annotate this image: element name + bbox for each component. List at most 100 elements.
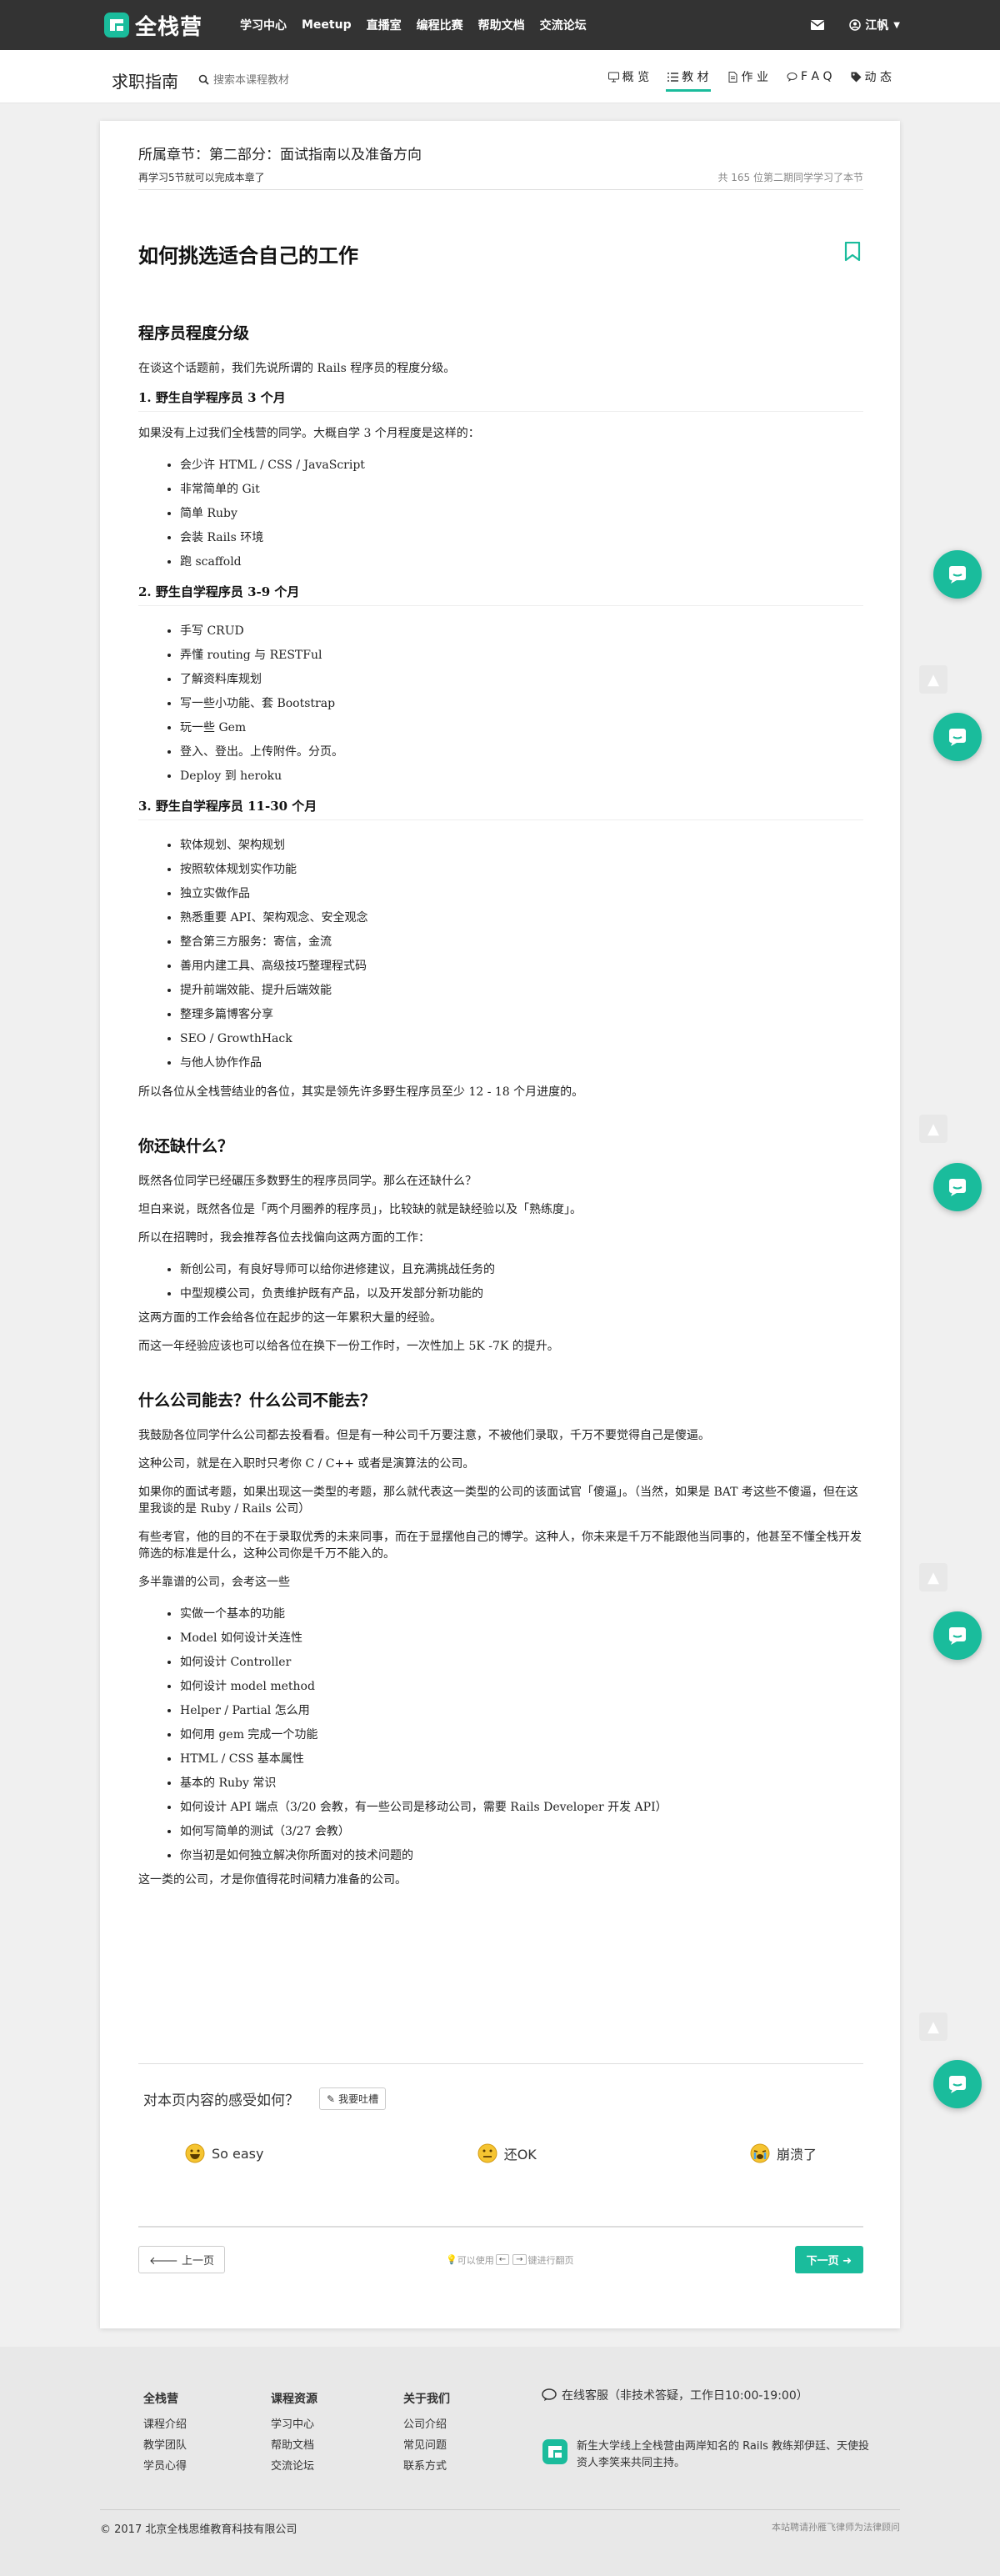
reaction-label: 崩溃了 (776, 2147, 817, 2163)
brand-mark-icon (542, 2439, 568, 2464)
tab-faq[interactable]: F A Q (785, 65, 834, 88)
footer-col-title: 课程资源 (271, 2393, 318, 2406)
chat-bubble-icon (949, 729, 966, 746)
floating-chat-button[interactable] (933, 550, 982, 599)
reaction-crash[interactable]: 崩溃了 (750, 2143, 817, 2163)
keyboard-hint: 💡 可以使用 ← → 键进行翻页 (446, 2253, 574, 2267)
pager: 🡐 上一页 💡 可以使用 ← → 键进行翻页 下一页 ➜ (138, 2226, 863, 2273)
nav-contest[interactable]: 编程比赛 (417, 17, 463, 33)
list-item: 如何设计 API 端点（3/20 会教，有一些公司是移动公司，需要 Rails … (180, 1796, 863, 1820)
brand-logo[interactable]: 全栈营 (103, 12, 202, 40)
floating-chat-button[interactable] (933, 2060, 982, 2108)
tab-materials[interactable]: 教 材 (666, 65, 711, 92)
nav-forum[interactable]: 交流论坛 (540, 17, 587, 33)
subheading-level-2: 2. 野生自学程序员 3-9 个月 (138, 583, 863, 606)
reaction-ok[interactable]: 还OK (478, 2143, 537, 2163)
floating-chat-button[interactable] (933, 713, 982, 761)
tab-homework[interactable]: 作 业 (726, 65, 770, 88)
footer-link[interactable]: 学习中心 (271, 2415, 318, 2431)
user-icon (849, 19, 862, 31)
nav-right: 江帆 ▼ (811, 0, 900, 50)
paragraph: 既然各位同学已经碾压多数野生的程序员同学。那么在还缺什么？ (138, 1175, 477, 1188)
list-item: 熟悉重要 API、架构观念、安全观念 (180, 906, 863, 930)
paragraph: 所以在招聘时，我会推荐各位去找偏向这两方面的工作： (138, 1231, 430, 1245)
list-item: 弄懂 routing 与 RESTFul (180, 644, 863, 668)
lesson-card: 所属章节：第二部分：面试指南以及准备方向 再学习5节就可以完成本章了 共 165… (100, 121, 900, 2328)
feedback-row: 对本页内容的感受如何？ ✎ 我要吐槽 (138, 2063, 863, 2110)
paragraph: 这两方面的工作会给各位在起步的这一年累积大量的经验。 (138, 1311, 442, 1325)
footer-link[interactable]: 学员心得 (143, 2457, 187, 2473)
mail-icon[interactable] (811, 20, 825, 30)
list-item: 写一些小功能、套 Bootstrap (180, 692, 863, 716)
paragraph: 有些考官，他的目的不在于录取优秀的未来同事，而在于显摆他自己的博学。这种人，你未… (138, 1531, 862, 1561)
copyright: © 2017 北京全栈思维教育科技有限公司 (100, 2523, 298, 2536)
paragraph: 这一类的公司，才是你值得花时间精力准备的公司。 (138, 1873, 407, 1887)
tab-label: F A Q (800, 70, 832, 83)
footer-link[interactable]: 联系方式 (403, 2457, 450, 2473)
arrow-up-icon: ▲ (928, 1120, 939, 1138)
user-menu[interactable]: 江帆 ▼ (849, 17, 900, 33)
next-label: 下一页 (806, 2255, 839, 2268)
chat-bubble-icon (949, 1179, 966, 1196)
footer-link[interactable]: 常见问题 (403, 2436, 450, 2452)
main-nav: 学习中心 Meetup 直播室 编程比赛 帮助文档 交流论坛 (240, 0, 602, 50)
nav-learning-center[interactable]: 学习中心 (240, 17, 287, 33)
list-interview-topics: 实做一个基本的功能 Model 如何设计关连性 如何设计 Controller … (180, 1602, 863, 1868)
bookmark-icon[interactable] (844, 242, 861, 262)
floating-chat-button[interactable] (933, 1611, 982, 1660)
copyright-row: © 2017 北京全栈思维教育科技有限公司 本站聘请孙雁飞律师为法律顾问 (100, 2509, 900, 2536)
nav-meetup[interactable]: Meetup (302, 18, 352, 32)
tab-label: 作 业 (741, 71, 768, 84)
chapter-label: 所属章节：第二部分：面试指南以及准备方向 (138, 147, 422, 163)
course-search (198, 73, 347, 86)
footer-link[interactable]: 公司介绍 (403, 2415, 450, 2431)
footer-link[interactable]: 课程介绍 (143, 2415, 187, 2431)
list-item: 简单 Ruby (180, 502, 863, 526)
complain-label: 我要吐槽 (338, 2093, 379, 2105)
list-item: Deploy 到 heroku (180, 764, 863, 789)
list-item: 提升前端效能、提升后端效能 (180, 979, 863, 1003)
paragraph: 如果没有上过我们全栈营的同学。大概自学 3 个月程度是这样的： (138, 427, 480, 440)
tab-activity[interactable]: 动 态 (849, 65, 893, 88)
grin-emoji-icon (185, 2143, 205, 2163)
key-left: ← (495, 2254, 510, 2265)
scroll-top-arrow[interactable]: ▲ (919, 1563, 948, 1591)
nav-help-docs[interactable]: 帮助文档 (478, 17, 525, 33)
next-page-button[interactable]: 下一页 ➜ (794, 2246, 863, 2273)
service-label: 在线客服（非技术答疑，工作日10:00-19:00） (562, 2389, 808, 2403)
online-service[interactable]: 在线客服（非技术答疑，工作日10:00-19:00） (542, 2387, 808, 2403)
scroll-top-arrow[interactable]: ▲ (919, 665, 948, 694)
list-item: 中型规模公司，负责维护既有产品，以及开发部分新功能的 (180, 1282, 863, 1306)
arrow-up-icon: ▲ (928, 2017, 939, 2036)
complain-button[interactable]: ✎ 我要吐槽 (319, 2087, 387, 2110)
user-name: 江帆 (865, 19, 889, 33)
prev-label: 上一页 (182, 2255, 215, 2268)
floating-chat-button[interactable] (933, 1163, 982, 1211)
paragraph: 坦白来说，既然各位是「两个月圈养的程序员」，比较缺的就是缺经验以及「熟练度」。 (138, 1203, 582, 1216)
hint-pre: 可以使用 (457, 2254, 494, 2266)
reaction-easy[interactable]: So easy (185, 2143, 263, 2163)
nav-live-room[interactable]: 直播室 (367, 17, 402, 33)
search-input[interactable] (213, 73, 347, 86)
scroll-top-arrow[interactable]: ▲ (919, 2012, 948, 2041)
list-item: 整合第三方服务：寄信，金流 (180, 930, 863, 955)
chat-icon (787, 72, 798, 82)
tab-overview[interactable]: 概 览 (607, 65, 651, 88)
footer-link[interactable]: 教学团队 (143, 2436, 187, 2452)
legal-counsel[interactable]: 本站聘请孙雁飞律师为法律顾问 (772, 2520, 900, 2536)
tab-label: 教 材 (682, 71, 709, 84)
scroll-top-arrow[interactable]: ▲ (919, 1115, 948, 1143)
reaction-label: 还OK (503, 2147, 537, 2163)
list-item: 会装 Rails 环境 (180, 526, 863, 550)
footer-col-resources: 课程资源 学习中心 帮助文档 交流论坛 (271, 2390, 318, 2478)
footer-link[interactable]: 帮助文档 (271, 2436, 318, 2452)
paragraph: 所以各位从全栈营结业的各位，其实是领先许多野生程序员至少 12 - 18 个月进… (138, 1085, 584, 1099)
prev-page-button[interactable]: 🡐 上一页 (138, 2246, 226, 2273)
chat-bubble-icon (949, 1627, 966, 1645)
course-title[interactable]: 求职指南 (112, 68, 178, 93)
search-icon (198, 74, 209, 85)
footer-link[interactable]: 交流论坛 (271, 2457, 318, 2473)
list-item: 如何设计 Controller (180, 1651, 863, 1675)
chat-icon (542, 2388, 557, 2401)
list-item: 与他人协作作品 (180, 1051, 863, 1075)
